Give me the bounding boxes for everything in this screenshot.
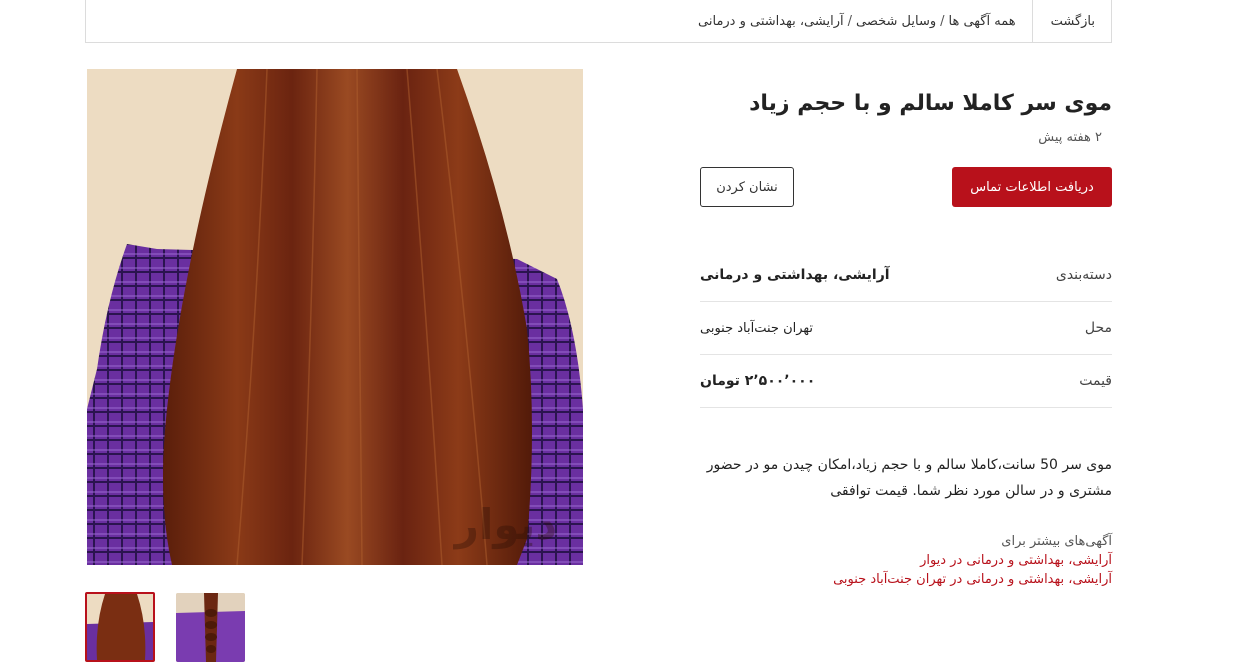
more-ads-link-all[interactable]: آرایشی، بهداشتی و درمانی در دیوار — [700, 551, 1112, 570]
breadcrumb-item-all-ads[interactable]: همه آگهی ها — [949, 14, 1016, 29]
listing-info: موی سر کاملا سالم و با حجم زیاد ۲ هفته پ… — [700, 70, 1112, 589]
hair-photo-illustration: دیوار — [87, 69, 583, 565]
breadcrumb-item-personal[interactable]: وسایل شخصی — [856, 14, 936, 29]
detail-row-category: دسته‌بندی آرایشی، بهداشتی و درمانی — [700, 249, 1112, 302]
more-ads-heading: آگهی‌های بیشتر برای — [1001, 534, 1112, 549]
more-ads: آگهی‌های بیشتر برای آرایشی، بهداشتی و در… — [700, 532, 1112, 589]
thumbnail-2-image — [176, 593, 245, 662]
get-contact-button[interactable]: دریافت اطلاعات تماس — [952, 167, 1112, 207]
thumbnail-1-image — [87, 594, 153, 660]
breadcrumb-item-cosmetics[interactable]: آرایشی، بهداشتی و درمانی — [698, 14, 844, 29]
watermark-logo: دیوار — [453, 500, 557, 550]
thumbnail-1[interactable] — [85, 592, 155, 662]
listing-description: موی سر 50 سانت،کاملا سالم و با حجم زیاد،… — [706, 457, 1112, 499]
more-ads-link-location[interactable]: آرایشی، بهداشتی و درمانی در تهران جنت‌آب… — [700, 570, 1112, 589]
detail-label: قیمت — [1079, 373, 1112, 389]
bookmark-button[interactable]: نشان کردن — [700, 167, 794, 207]
detail-row-location: محل تهران جنت‌آباد جنوبی — [700, 302, 1112, 355]
main-photo[interactable]: دیوار — [87, 69, 583, 565]
breadcrumb-separator: / — [847, 13, 852, 29]
detail-row-price: قیمت ۲٬۵۰۰٬۰۰۰ تومان — [700, 355, 1112, 408]
posted-time: ۲ هفته پیش — [1038, 130, 1102, 145]
breadcrumb-bar: بازگشت همه آگهی ها / وسایل شخصی / آرایشی… — [85, 0, 1112, 43]
detail-value-price: ۲٬۵۰۰٬۰۰۰ تومان — [700, 373, 816, 389]
thumbnail-2[interactable] — [176, 593, 245, 662]
breadcrumb: همه آگهی ها / وسایل شخصی / آرایشی، بهداش… — [682, 14, 1032, 29]
action-buttons: دریافت اطلاعات تماس نشان کردن — [700, 167, 1112, 207]
detail-label: دسته‌بندی — [1055, 267, 1112, 283]
breadcrumb-separator: / — [940, 13, 945, 29]
detail-label: محل — [1084, 320, 1112, 336]
detail-value-category[interactable]: آرایشی، بهداشتی و درمانی — [700, 267, 890, 283]
details-list: دسته‌بندی آرایشی، بهداشتی و درمانی محل ت… — [700, 249, 1112, 408]
detail-value-location: تهران جنت‌آباد جنوبی — [700, 320, 814, 336]
listing-title: موی سر کاملا سالم و با حجم زیاد — [749, 91, 1112, 116]
back-button[interactable]: بازگشت — [1031, 0, 1111, 42]
